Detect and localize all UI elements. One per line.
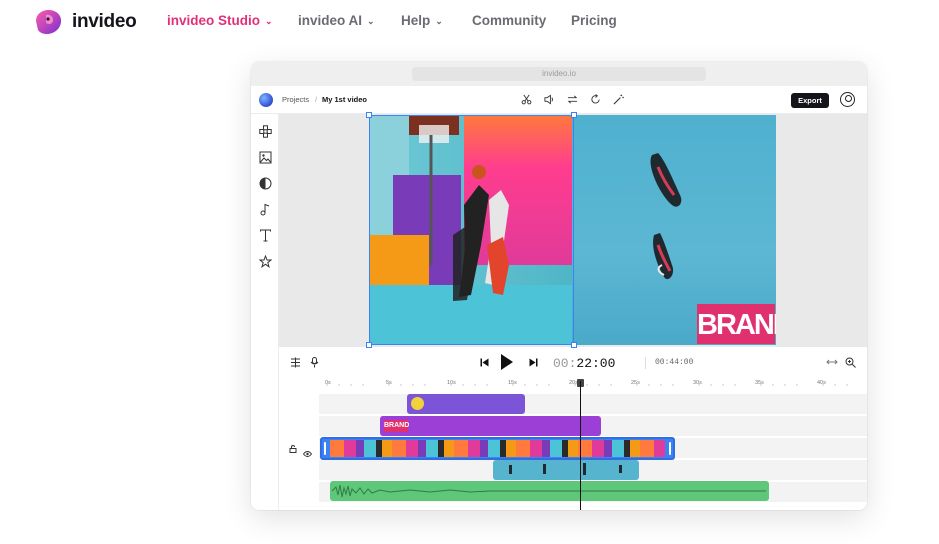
shoes-clip[interactable] — [493, 460, 639, 480]
chevron-down-icon: ⌄ — [265, 16, 273, 26]
site-navigation: invideo invideo Studio ⌄ invideo AI ⌄ He… — [0, 0, 939, 44]
skip-forward-icon[interactable] — [529, 358, 538, 370]
breadcrumb-separator: / — [315, 95, 318, 104]
eye-icon[interactable] — [302, 445, 313, 463]
scissors-icon[interactable] — [519, 92, 533, 106]
swap-icon[interactable] — [565, 92, 579, 106]
nav-label: Community — [472, 13, 547, 28]
skip-back-icon[interactable] — [480, 358, 489, 370]
brand-name: invideo — [72, 11, 137, 32]
total-time: 00:44:00 — [655, 358, 694, 367]
nav-label: Pricing — [571, 13, 617, 28]
play-button[interactable] — [501, 354, 513, 370]
selection-box[interactable] — [366, 112, 577, 348]
split-tracks-icon[interactable] — [290, 357, 301, 371]
brand-thumbnail: BRAND — [384, 420, 409, 432]
track-row — [319, 394, 867, 414]
resize-handle[interactable] — [571, 112, 577, 118]
browser-bar: invideo.io — [251, 62, 867, 86]
resize-handle[interactable] — [366, 112, 372, 118]
sticker-thumbnail — [411, 397, 424, 410]
clip-trim-handle-left[interactable] — [324, 442, 326, 455]
audio-waveform-clip[interactable] — [330, 481, 769, 501]
breadcrumb-current: My 1st video — [322, 95, 368, 104]
nav-pricing[interactable]: Pricing — [571, 13, 617, 28]
music-icon[interactable] — [258, 202, 272, 216]
zoom-in-icon[interactable] — [845, 357, 856, 371]
shoes-image[interactable]: BRAND — [572, 115, 776, 345]
editor-header: Projects / My 1st video Export — [251, 86, 867, 114]
clip-trim-handle-right[interactable] — [669, 442, 671, 455]
nav-invideo-ai[interactable]: invideo AI ⌄ — [298, 13, 375, 28]
editor-window: invideo.io Projects / My 1st video Expor… — [251, 62, 867, 510]
volume-icon[interactable] — [542, 92, 556, 106]
left-toolbar — [251, 114, 279, 510]
fit-width-icon[interactable] — [826, 357, 838, 370]
magic-wand-icon[interactable] — [611, 92, 625, 106]
breadcrumb-projects[interactable]: Projects — [282, 95, 309, 104]
nav-label: Help — [401, 13, 431, 28]
nav-help[interactable]: Help ⌄ — [401, 13, 443, 28]
current-time-main: 22:00 — [576, 356, 616, 371]
templates-icon[interactable] — [258, 124, 272, 138]
app-logo-icon[interactable] — [259, 93, 273, 107]
brand-text-overlay[interactable]: BRAND — [697, 304, 776, 344]
current-time: 00:22:00 — [553, 356, 615, 371]
shoes-filmstrip — [509, 463, 622, 475]
video-filmstrip — [330, 440, 665, 457]
microphone-icon[interactable] — [310, 357, 319, 371]
chevron-down-icon: ⌄ — [367, 16, 375, 26]
playhead[interactable] — [580, 381, 581, 510]
nav-label: invideo Studio — [167, 13, 260, 28]
audio-waveform — [331, 484, 766, 498]
media-icon[interactable] — [258, 150, 272, 164]
timeline-ruler[interactable]: 0s 5s 10s 15s 20s 25s 30s 35s 40s — [279, 378, 867, 392]
nav-community[interactable]: Community — [472, 13, 546, 28]
star-icon[interactable] — [258, 254, 272, 268]
account-icon[interactable] — [840, 92, 855, 107]
export-button[interactable]: Export — [791, 93, 829, 108]
chevron-down-icon: ⌄ — [435, 16, 443, 26]
ruler-ticks — [326, 384, 848, 386]
brand-text-clip[interactable]: BRAND — [380, 416, 601, 436]
rotate-icon[interactable] — [588, 92, 602, 106]
invideo-logo-icon — [36, 10, 62, 35]
invideo-logo[interactable]: invideo — [32, 6, 137, 38]
text-icon[interactable] — [258, 228, 272, 242]
url-bar[interactable]: invideo.io — [412, 67, 706, 81]
sticker-clip[interactable] — [407, 394, 525, 414]
lock-icon[interactable] — [289, 445, 297, 455]
nav-label: invideo AI — [298, 13, 363, 28]
current-time-prefix: 00: — [553, 356, 577, 371]
nav-invideo-studio[interactable]: invideo Studio ⌄ — [167, 13, 273, 28]
video-clip[interactable] — [320, 437, 675, 460]
header-toolbar — [519, 92, 625, 106]
time-divider — [645, 357, 646, 369]
shapes-icon[interactable] — [258, 176, 272, 190]
video-preview[interactable]: BRAND — [279, 112, 867, 348]
playback-controls: 00:22:00 00:44:00 — [279, 348, 867, 378]
